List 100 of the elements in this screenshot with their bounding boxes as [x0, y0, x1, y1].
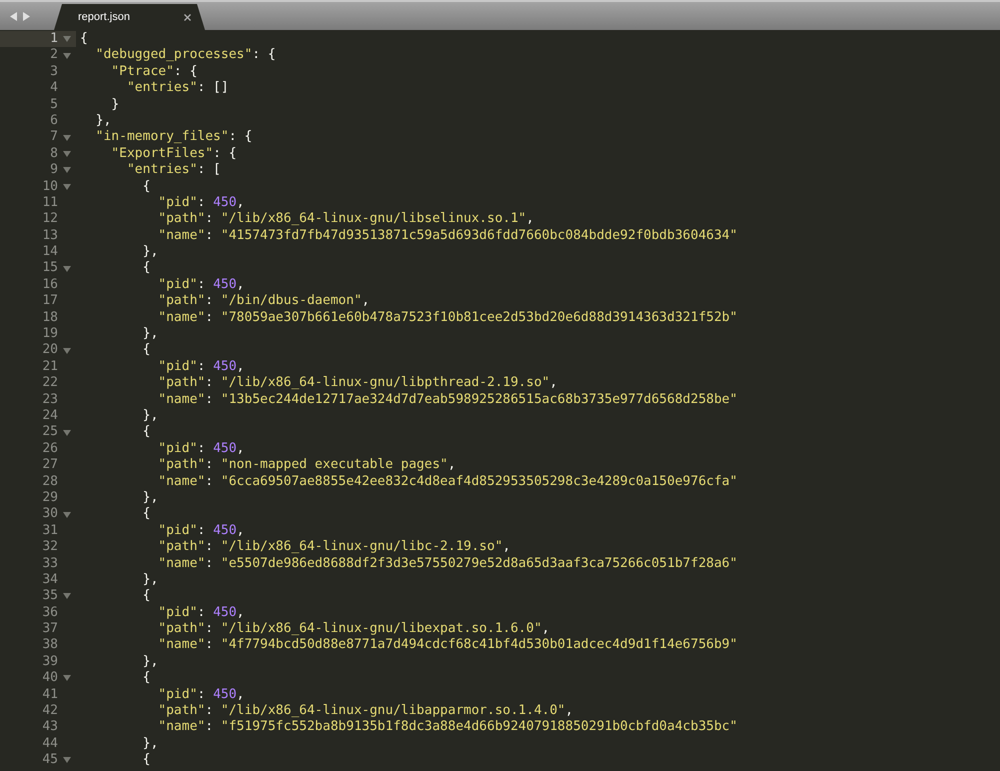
fold-arrow-icon[interactable] — [63, 675, 71, 682]
code-line: "in-memory_files": { — [94, 129, 252, 146]
back-arrow-icon[interactable] — [10, 12, 17, 20]
code-line: }, — [94, 112, 112, 130]
code-line: }, — [142, 490, 158, 506]
code-line: "pid": 450, — [157, 604, 244, 622]
line-number: 7 — [49, 129, 58, 146]
line-number: 14 — [41, 244, 58, 260]
line-number: 30 — [41, 506, 58, 523]
line-number: 18 — [41, 310, 58, 326]
code-line: { — [142, 260, 150, 277]
line-number: 17 — [41, 293, 58, 310]
line-number: 8 — [49, 146, 58, 162]
line-number: 35 — [41, 588, 58, 605]
fold-arrow-icon[interactable] — [63, 184, 71, 190]
code-line: "name": "6cca69507ae8855e42ee832c4d8eaf4d852953505298c3e4289c0a150e976cfa" — [157, 474, 738, 490]
line-number: 31 — [41, 522, 58, 540]
line-number: 40 — [41, 670, 58, 687]
line-number: 4 — [49, 80, 58, 97]
line-number: 26 — [41, 440, 58, 458]
line-number: 21 — [41, 358, 58, 376]
line-number: 3 — [49, 64, 58, 80]
line-number: 2 — [49, 47, 58, 64]
code-line: "name": "78059ae307b661e60b478a7523f10b81cee2d53bd20e6d88d3914363d321f52b" — [157, 310, 738, 326]
line-number: 27 — [41, 457, 58, 474]
code-line: { — [142, 178, 150, 195]
line-number: 37 — [41, 621, 58, 638]
line-number: 20 — [41, 342, 58, 359]
code-line: "pid": 450, — [157, 194, 244, 212]
line-number: 34 — [41, 572, 58, 588]
code-line: "name": "4f7794bcd50d88e8771a7d494cdcf68c41bf4d530b01adcec4d9d1f14e6756b9" — [157, 637, 738, 654]
line-number: 39 — [41, 654, 58, 670]
fold-arrow-icon[interactable] — [63, 52, 71, 59]
code-line: "Ptrace": { — [110, 64, 198, 80]
code-line: "path": "non-mapped executable pages", — [157, 457, 456, 474]
code-line: "name": "e5507de986ed8688df2f3d3e57550279e52d8a65d3aaf3ca75266c051b7f28a6" — [157, 556, 738, 572]
code-line: } — [110, 96, 120, 113]
code-line: "name": "13b5ec244de12717ae324d7d7eab598925286515ac68b3735e977d6568d258be" — [157, 392, 738, 408]
forward-arrow-icon[interactable] — [23, 12, 30, 20]
line-number: 13 — [41, 228, 58, 244]
code-line: { — [142, 424, 150, 441]
code-line: "pid": 450, — [157, 686, 244, 704]
fold-arrow-icon[interactable] — [63, 757, 71, 764]
fold-arrow-icon[interactable] — [63, 348, 71, 354]
fold-arrow-icon[interactable] — [63, 593, 71, 600]
line-number: 15 — [41, 260, 58, 277]
line-number: 42 — [41, 703, 58, 720]
fold-arrow-icon[interactable] — [63, 134, 71, 141]
code-line: { — [142, 588, 150, 605]
code-line: { — [79, 31, 88, 48]
file-tab[interactable]: report.json — [54, 4, 205, 30]
code-line: "path": "/lib/x86_64-linux-gnu/libpthread-2.19.so", — [157, 375, 558, 392]
code-line: "pid": 450, — [157, 276, 244, 294]
line-number: 25 — [41, 424, 58, 441]
code-line: "path": "/lib/x86_64-linux-gnu/libexpat.so.1.6.0", — [157, 621, 550, 638]
fold-arrow-icon[interactable] — [63, 150, 71, 157]
code-line: { — [142, 342, 150, 359]
close-icon[interactable] — [184, 14, 191, 20]
line-number: 16 — [41, 276, 58, 294]
code-line: "name": "f51975fc552ba8b9135b1f8dc3a88e4d66b92407918850291b0cbfd0a4cb35bc" — [157, 719, 738, 736]
line-number: 36 — [41, 604, 58, 622]
code-line: "path": "/bin/dbus-daemon", — [157, 293, 370, 310]
code-line: }, — [142, 244, 158, 260]
line-number: 38 — [41, 637, 58, 654]
line-number: 28 — [41, 474, 58, 490]
line-number: 44 — [41, 736, 58, 752]
line-number: 23 — [41, 392, 58, 408]
fold-arrow-icon[interactable] — [63, 36, 71, 42]
line-number: 45 — [41, 752, 58, 769]
line-number: 41 — [41, 686, 58, 704]
code-line: }, — [142, 654, 158, 670]
fold-arrow-icon[interactable] — [63, 167, 71, 174]
code-line: }, — [142, 326, 158, 342]
code-line: "ExportFiles": { — [110, 146, 237, 162]
line-number: 22 — [41, 375, 58, 392]
line-number: 19 — [41, 326, 58, 342]
code-line: "path": "/lib/x86_64-linux-gnu/libselinux.so.1", — [157, 211, 534, 228]
code-line: "path": "/lib/x86_64-linux-gnu/libapparmor.so.1.4.0", — [157, 703, 574, 720]
line-number: 32 — [41, 539, 58, 556]
code-line: }, — [142, 408, 158, 424]
code-line: "debugged_processes": { — [94, 47, 276, 64]
fold-arrow-icon[interactable] — [63, 430, 71, 436]
code-line: "name": "4157473fd7fb47d93513871c59a5d693d6fdd7660bc084bdde92f0bdb3604634" — [157, 228, 738, 244]
fold-arrow-icon[interactable] — [63, 266, 71, 272]
line-number: 9 — [49, 162, 58, 179]
line-number: 1 — [49, 31, 58, 48]
code-line: "path": "/lib/x86_64-linux-gnu/libc-2.19.so", — [157, 539, 510, 556]
line-number: 10 — [41, 178, 58, 195]
line-number: 29 — [41, 490, 58, 506]
line-number: 24 — [41, 408, 58, 424]
line-number: 12 — [41, 211, 58, 228]
code-line: }, — [142, 572, 158, 588]
code-line: { — [142, 506, 150, 523]
fold-arrow-icon[interactable] — [63, 512, 71, 518]
code-line: { — [142, 752, 150, 769]
line-number: 33 — [41, 556, 58, 572]
code-line: "entries": [ — [126, 162, 221, 179]
line-number: 43 — [41, 719, 58, 736]
code-line: { — [142, 670, 150, 687]
code-line: "pid": 450, — [157, 522, 244, 540]
